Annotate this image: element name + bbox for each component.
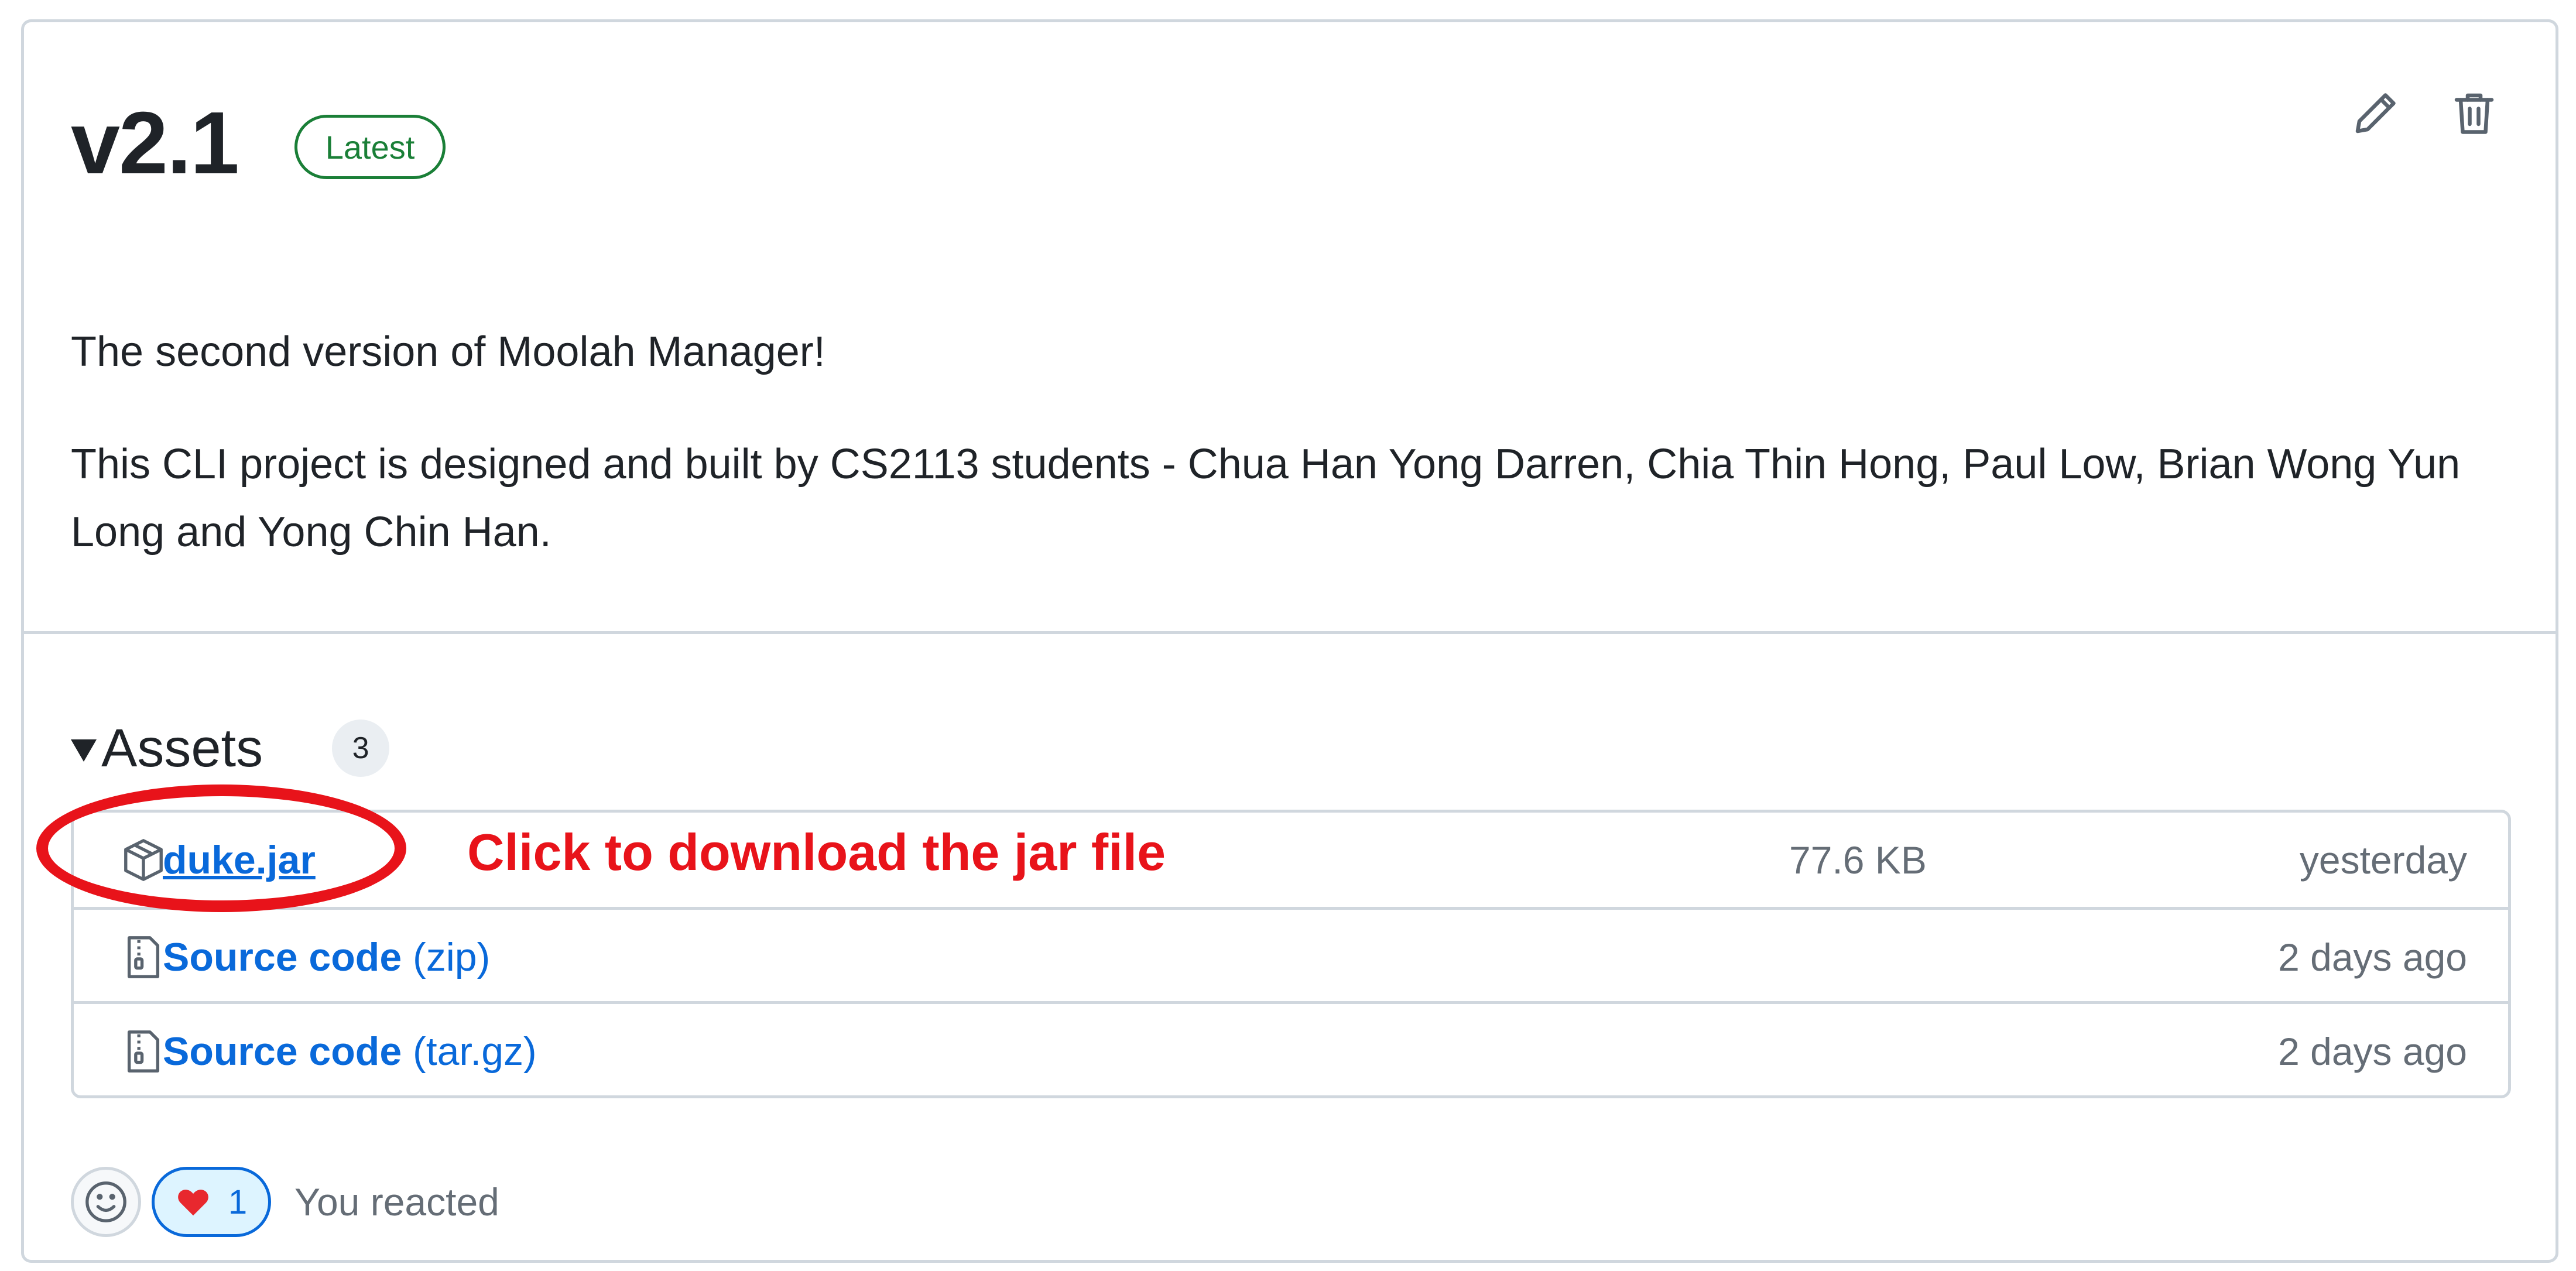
asset-link-source-zip[interactable]: Source code (zip) — [163, 934, 490, 980]
file-zip-icon — [127, 1030, 160, 1073]
asset-row: Source code (zip) 2 days ago — [74, 907, 2508, 1004]
assets-count-badge: 3 — [332, 720, 390, 777]
caret-down-icon — [71, 739, 97, 762]
asset-row: Source code (tar.gz) 2 days ago — [74, 1001, 2508, 1098]
asset-size: 77.6 KB — [1789, 838, 1927, 882]
smiley-icon — [85, 1181, 126, 1222]
add-reaction-button[interactable] — [71, 1167, 141, 1237]
assets-toggle[interactable]: Assets 3 — [71, 713, 390, 783]
asset-ext: (zip) — [413, 934, 491, 979]
heart-reaction-button[interactable]: 1 — [152, 1167, 271, 1237]
reactions-bar: 1 You reacted — [71, 1167, 499, 1237]
asset-link-duke-jar[interactable]: duke.jar — [163, 837, 316, 883]
section-divider — [24, 631, 2556, 634]
asset-name: Source code — [163, 1029, 402, 1074]
asset-name: Source code — [163, 934, 402, 979]
asset-row: duke.jar 77.6 KB yesterday — [74, 813, 2508, 907]
file-zip-icon — [127, 936, 160, 978]
asset-ext: (tar.gz) — [413, 1029, 537, 1074]
asset-date: yesterday — [2299, 838, 2467, 882]
trash-icon — [2454, 93, 2494, 134]
asset-date: 2 days ago — [2278, 935, 2467, 979]
edit-release-button[interactable] — [2344, 81, 2408, 145]
annotation-text: Click to download the jar file — [467, 823, 1166, 881]
heart-icon — [178, 1190, 208, 1216]
asset-link-source-targz[interactable]: Source code (tar.gz) — [163, 1029, 537, 1074]
reaction-count: 1 — [228, 1183, 248, 1221]
asset-date: 2 days ago — [2278, 1029, 2467, 1073]
release-title[interactable]: v2.1 — [71, 98, 239, 187]
release-body-line: The second version of Moolah Manager! — [71, 328, 825, 375]
delete-release-button[interactable] — [2442, 81, 2506, 145]
release-card: v2.1 Latest The second version of Moolah… — [21, 19, 2558, 1263]
package-icon — [124, 838, 163, 881]
release-description: The second version of Moolah Manager! Th… — [71, 318, 2541, 566]
reaction-status: You reacted — [294, 1180, 499, 1224]
pencil-icon — [2355, 93, 2396, 133]
assets-title: Assets — [101, 718, 263, 778]
latest-badge: Latest — [294, 115, 446, 179]
assets-list: duke.jar 77.6 KB yesterday Source code (… — [71, 810, 2511, 1098]
release-body-paragraph: This CLI project is designed and built b… — [71, 441, 2461, 556]
